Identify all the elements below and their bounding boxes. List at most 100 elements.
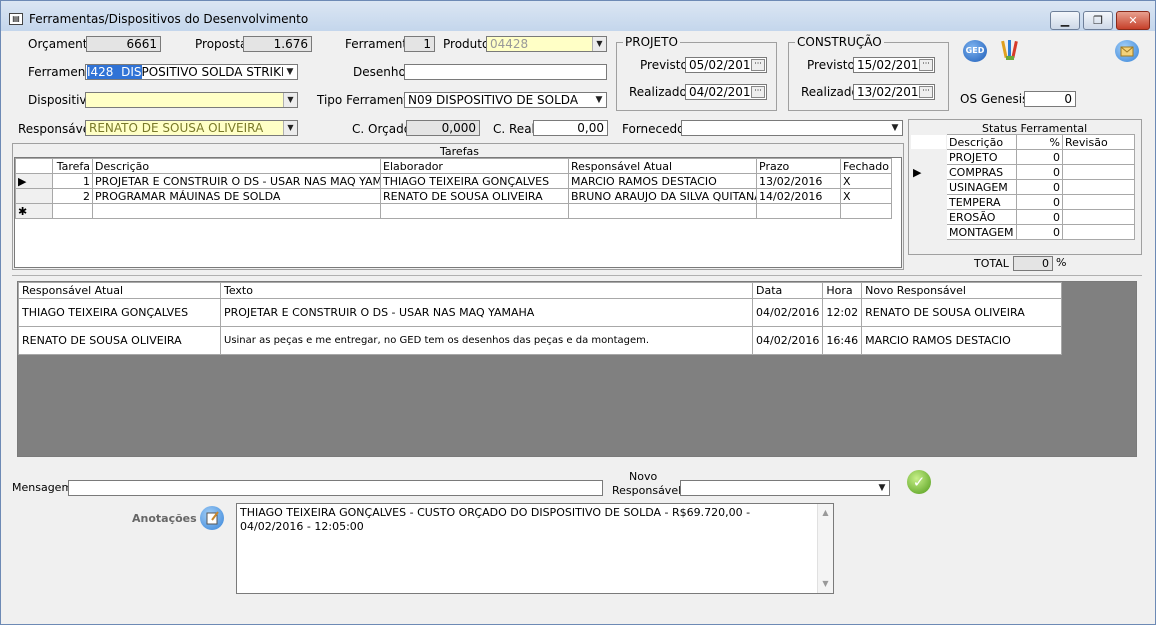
projeto-realizado-date[interactable]: 04/02/2016 ··· [685, 84, 767, 100]
proposta-field[interactable]: 1.676 [243, 36, 312, 52]
mail-icon[interactable] [1115, 40, 1139, 62]
cell-fechado[interactable]: X [840, 173, 892, 189]
cell-status-revisao[interactable] [1062, 164, 1135, 180]
col-prazo[interactable]: Prazo [756, 158, 841, 174]
col-fechado[interactable]: Fechado [840, 158, 892, 174]
novo-responsavel-combo[interactable]: ▼ [680, 480, 890, 496]
col-msg-hora[interactable]: Hora [822, 282, 863, 299]
cell-msg-data[interactable]: 04/02/2016 [751, 326, 824, 355]
cell-msg-responsavel[interactable]: RENATO DE SOUSA OLIVEIRA [18, 326, 221, 355]
col-msg-novo-responsavel[interactable]: Novo Responsável [861, 282, 1063, 299]
table-row[interactable]: RENATO DE SOUSA OLIVEIRA Usinar as peças… [18, 326, 1063, 355]
cell-status-revisao[interactable] [1062, 224, 1135, 240]
minimize-button[interactable]: ▁ [1050, 11, 1080, 30]
construcao-previsto-date[interactable]: 15/02/2016 ··· [853, 57, 935, 73]
cell-msg-hora[interactable]: 12:02 [822, 298, 863, 327]
cell-responsavel[interactable]: MARCIO RAMOS DESTACIO [568, 173, 757, 189]
table-row[interactable]: ▶ 1 PROJETAR E CONSTRUIR O DS - USAR NAS… [15, 173, 892, 189]
close-button[interactable]: ✕ [1116, 11, 1150, 30]
cell-status-percent[interactable]: 0 [1016, 164, 1063, 180]
cell-prazo[interactable]: 14/02/2016 [756, 188, 841, 204]
table-row[interactable]: 2 PROGRAMAR MÁUINAS DE SOLDA RENATO DE S… [15, 188, 892, 204]
c-real-field[interactable]: 0,00 [533, 120, 608, 136]
cell-elaborador[interactable]: THIAGO TEIXEIRA GONÇALVES [380, 173, 569, 189]
cell-responsavel[interactable]: BRUNO ARAUJO DA SILVA QUITANA [568, 188, 757, 204]
table-row[interactable]: TEMPERA 0 [910, 194, 1135, 210]
cell-status-percent[interactable]: 0 [1016, 224, 1063, 240]
col-descricao[interactable]: Descrição [92, 158, 381, 174]
date-picker-button[interactable]: ··· [751, 86, 765, 98]
cell-status-descricao[interactable]: COMPRAS [946, 164, 1017, 180]
desenho-field[interactable] [404, 64, 607, 80]
tipo-ferramental-combo[interactable]: N09 DISPOSITIVO DE SOLDA ▼ [404, 92, 607, 108]
table-row[interactable]: THIAGO TEIXEIRA GONÇALVES PROJETAR E CON… [18, 298, 1063, 327]
ferramenta-combo[interactable]: I428 DISPOSITIVO SOLDA STRIKERS ▼ [85, 64, 298, 80]
cell-status-percent[interactable]: 0 [1016, 179, 1063, 195]
cell-msg-texto[interactable]: Usinar as peças e me entregar, no GED te… [220, 326, 753, 355]
cell-status-descricao[interactable]: USINAGEM [946, 179, 1017, 195]
col-msg-texto[interactable]: Texto [220, 282, 753, 299]
orcamento-field[interactable]: 6661 [86, 36, 161, 52]
cell-msg-novo-responsavel[interactable]: RENATO DE SOUSA OLIVEIRA [861, 298, 1063, 327]
col-status-revisao[interactable]: Revisão [1062, 134, 1135, 150]
cell-tarefa[interactable]: 1 [52, 173, 93, 189]
chevron-down-icon[interactable]: ▼ [283, 65, 297, 79]
scroll-up-icon[interactable]: ▲ [818, 506, 833, 520]
cell-empty[interactable] [380, 203, 569, 219]
chevron-down-icon[interactable]: ▼ [283, 93, 297, 107]
cell-descricao[interactable]: PROGRAMAR MÁUINAS DE SOLDA [92, 188, 381, 204]
cell-fechado[interactable]: X [840, 188, 892, 204]
cell-status-percent[interactable]: 0 [1016, 194, 1063, 210]
pencils-icon[interactable] [1000, 38, 1020, 62]
c-orcado-field[interactable]: 0,000 [406, 120, 480, 136]
date-picker-button[interactable]: ··· [919, 86, 933, 98]
table-row[interactable]: EROSÃO 0 [910, 209, 1135, 225]
chevron-down-icon[interactable]: ▼ [888, 121, 902, 135]
chevron-down-icon[interactable]: ▼ [592, 93, 606, 107]
cell-msg-texto[interactable]: PROJETAR E CONSTRUIR O DS - USAR NAS MAQ… [220, 298, 753, 327]
memo-scrollbar[interactable]: ▲ ▼ [817, 504, 833, 593]
os-genesis-field[interactable]: 0 [1024, 91, 1076, 107]
cell-status-revisao[interactable] [1062, 149, 1135, 165]
date-picker-button[interactable]: ··· [919, 59, 933, 71]
cell-msg-novo-responsavel[interactable]: MARCIO RAMOS DESTACIO [861, 326, 1063, 355]
date-picker-button[interactable]: ··· [751, 59, 765, 71]
cell-status-descricao[interactable]: MONTAGEM [946, 224, 1017, 240]
responsavel-combo[interactable]: RENATO DE SOUSA OLIVEIRA ▼ [85, 120, 298, 136]
col-status-descricao[interactable]: Descrição [946, 134, 1017, 150]
table-row[interactable]: ▶ COMPRAS 0 [910, 164, 1135, 180]
col-tarefa[interactable]: Tarefa [52, 158, 93, 174]
cell-status-descricao[interactable]: EROSÃO [946, 209, 1017, 225]
scroll-down-icon[interactable]: ▼ [818, 577, 833, 591]
col-msg-responsavel[interactable]: Responsável Atual [18, 282, 221, 299]
cell-empty[interactable] [840, 203, 892, 219]
cell-empty[interactable] [568, 203, 757, 219]
cell-status-revisao[interactable] [1062, 179, 1135, 195]
cell-status-descricao[interactable]: TEMPERA [946, 194, 1017, 210]
anotacoes-memo[interactable]: THIAGO TEIXEIRA GONÇALVES - CUSTO ORÇADO… [236, 503, 834, 594]
ferramental-field[interactable]: 1 [404, 36, 435, 52]
note-edit-icon[interactable] [200, 506, 224, 530]
ged-icon[interactable]: GED [963, 40, 987, 62]
col-status-percent[interactable]: % [1016, 134, 1063, 150]
fornecedor-combo[interactable]: ▼ [681, 120, 903, 136]
cell-status-revisao[interactable] [1062, 194, 1135, 210]
col-msg-data[interactable]: Data [751, 282, 824, 299]
cell-descricao[interactable]: PROJETAR E CONSTRUIR O DS - USAR NAS MAQ… [92, 173, 381, 189]
cell-empty[interactable] [756, 203, 841, 219]
cell-status-percent[interactable]: 0 [1016, 149, 1063, 165]
cell-status-revisao[interactable] [1062, 209, 1135, 225]
cell-msg-responsavel[interactable]: THIAGO TEIXEIRA GONÇALVES [18, 298, 221, 327]
mensagem-input[interactable] [68, 480, 603, 496]
table-row[interactable]: PROJETO 0 [910, 149, 1135, 165]
new-row[interactable]: ✱ [15, 203, 892, 219]
dispositivo-combo[interactable]: ▼ [85, 92, 298, 108]
cell-status-descricao[interactable]: PROJETO [946, 149, 1017, 165]
col-responsavel-atual[interactable]: Responsável Atual [568, 158, 757, 174]
chevron-down-icon[interactable]: ▼ [875, 481, 889, 495]
cell-msg-data[interactable]: 04/02/2016 [751, 298, 824, 327]
cell-prazo[interactable]: 13/02/2016 [756, 173, 841, 189]
cell-tarefa[interactable]: 2 [52, 188, 93, 204]
construcao-realizado-date[interactable]: 13/02/2016 ··· [853, 84, 935, 100]
projeto-previsto-date[interactable]: 05/02/2016 ··· [685, 57, 767, 73]
